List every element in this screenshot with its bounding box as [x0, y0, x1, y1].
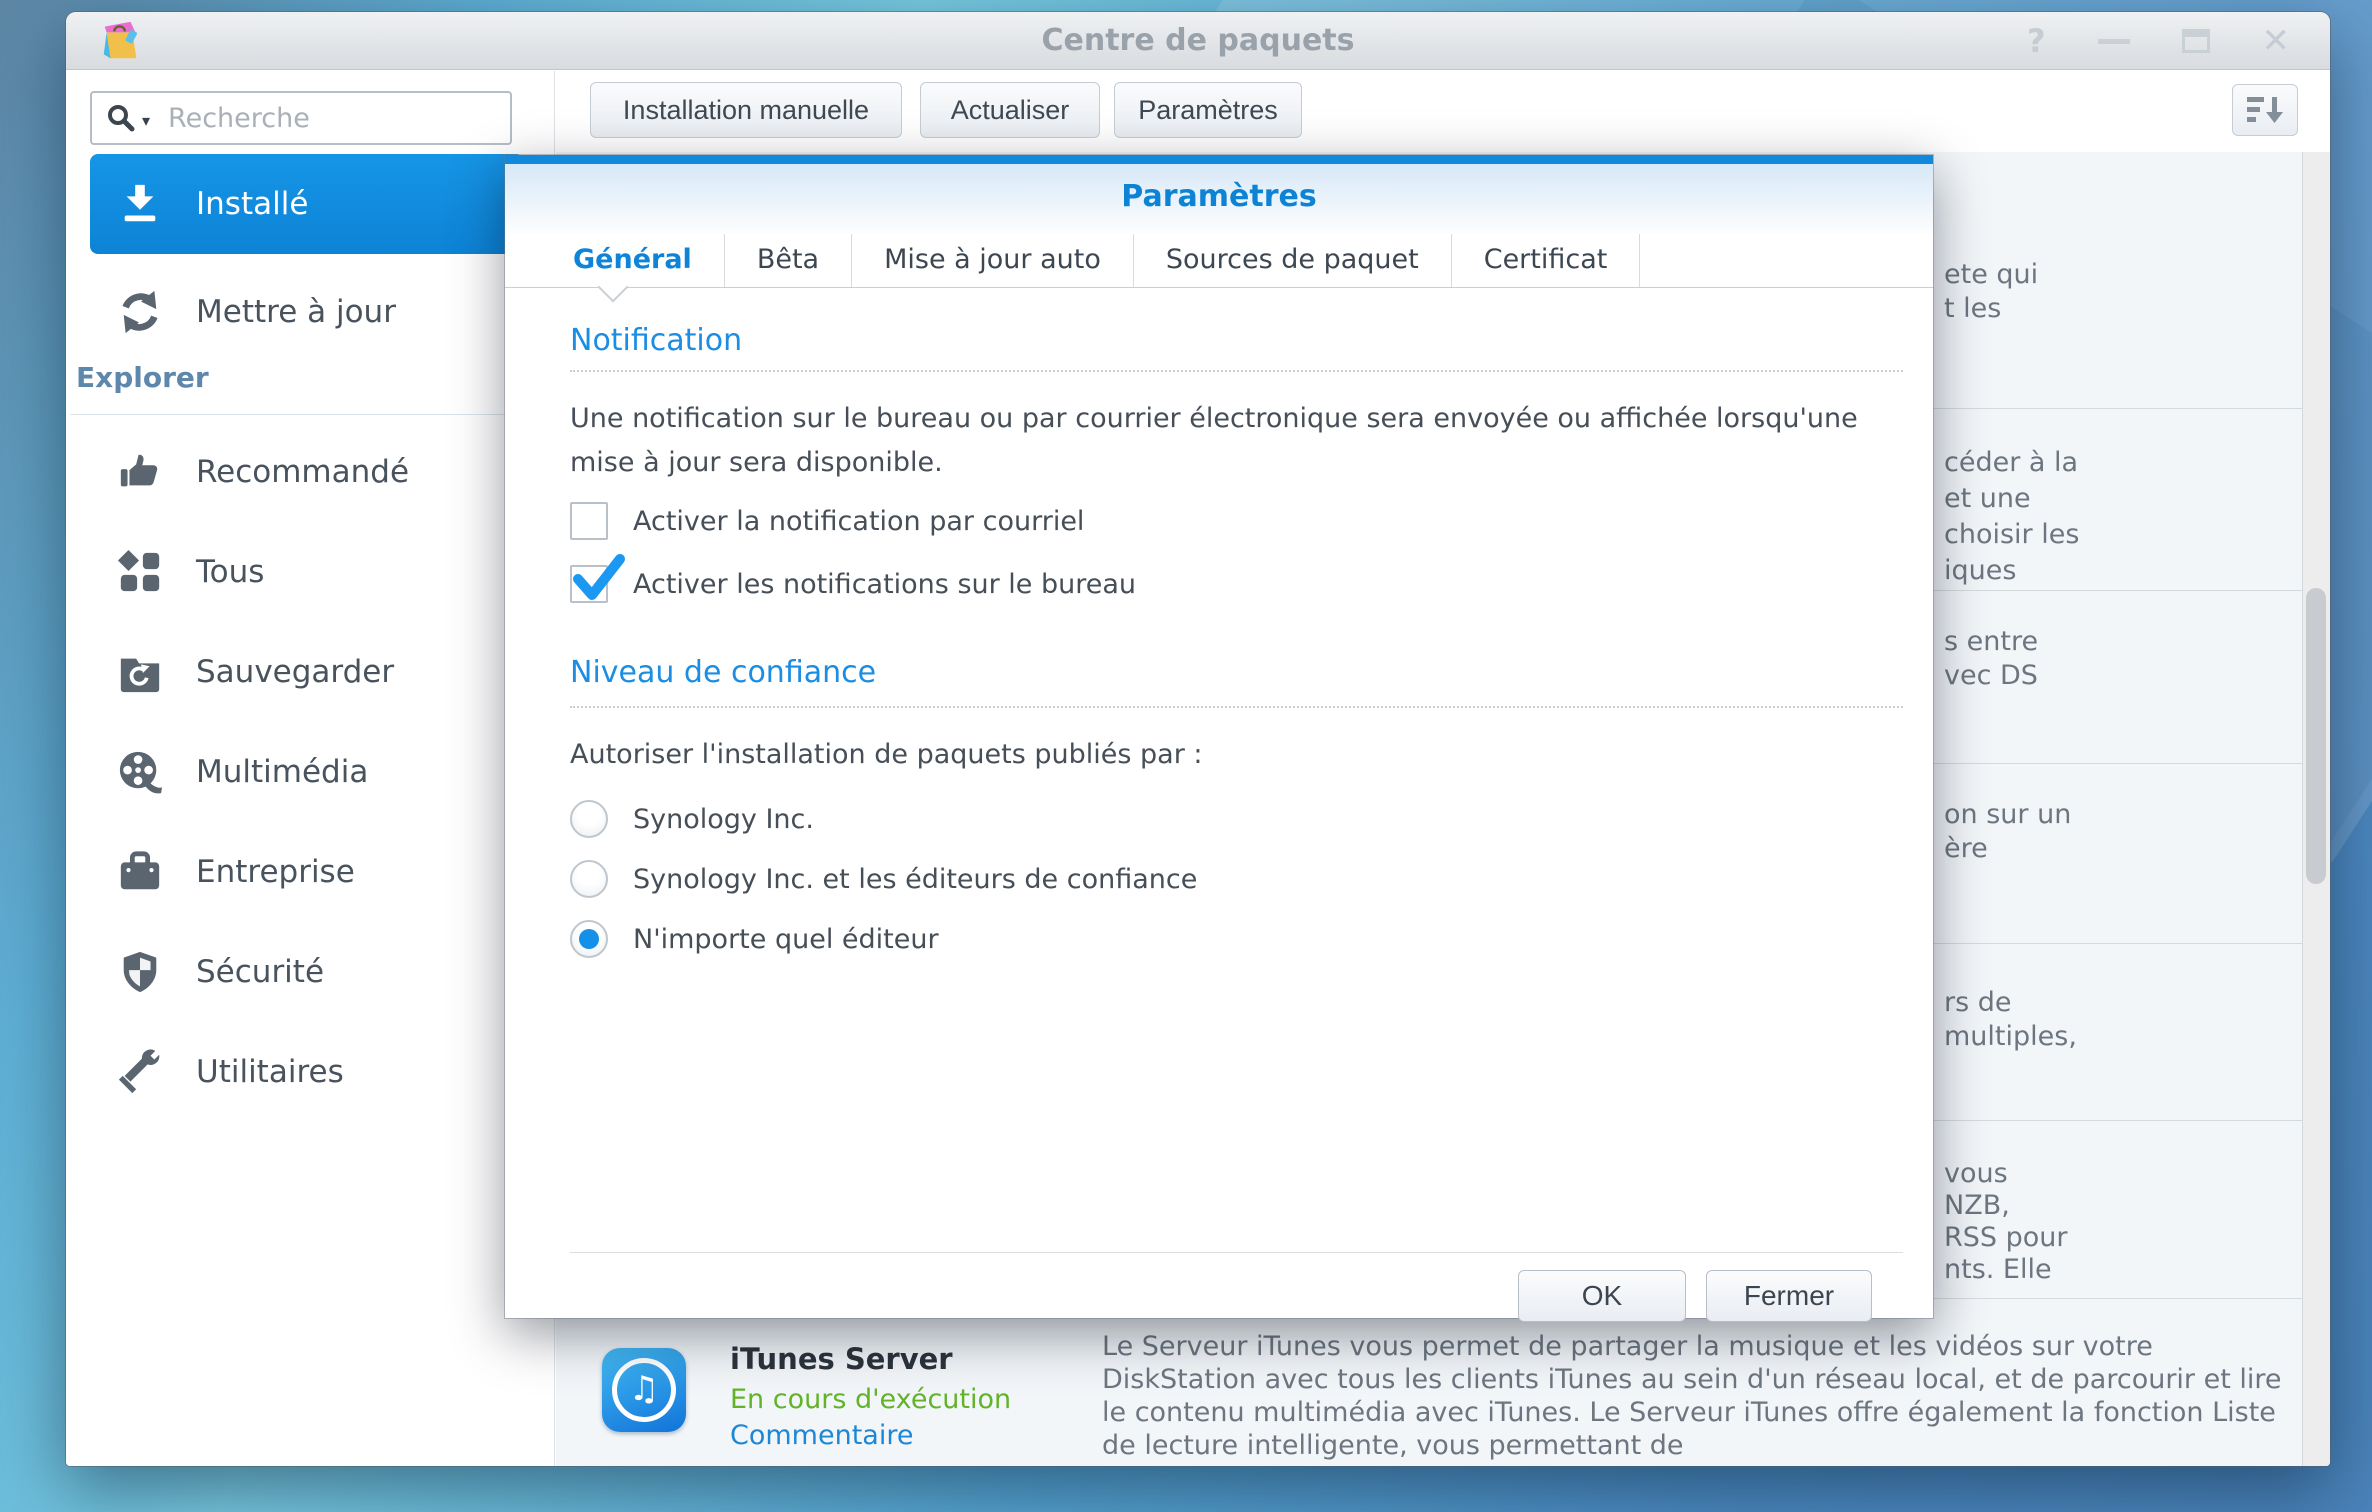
radio-unselected[interactable]: [570, 860, 608, 898]
checkbox-unchecked[interactable]: [570, 502, 608, 540]
help-icon[interactable]: ?: [2027, 25, 2046, 57]
notification-section-heading: Notification: [570, 323, 743, 358]
dialog-header[interactable]: [505, 164, 1933, 234]
package-description-fragment: céder à la et une choisir les iques: [1944, 447, 2080, 586]
trust-option-any-publisher[interactable]: N'importe quel éditeur: [570, 915, 939, 963]
itunes-server-comment-link[interactable]: Commentaire: [730, 1420, 913, 1451]
sidebar-item-update[interactable]: Mettre à jour: [90, 262, 524, 362]
settings-dialog: Paramètres Général Bêta Mise à jour auto…: [505, 155, 1933, 1322]
sidebar: ▾ Installé Mettre à jour: [66, 71, 555, 1466]
sort-order-icon: [2247, 97, 2283, 123]
tab-general[interactable]: Général: [541, 234, 725, 287]
list-scrollbar[interactable]: [2302, 152, 2330, 1466]
tab-beta[interactable]: Bêta: [725, 234, 853, 287]
package-description-fragment: vous NZB, RSS pour nts. Elle: [1944, 1158, 2068, 1285]
itunes-server-status: En cours d'exécution: [730, 1384, 1012, 1415]
package-description-fragment: on sur un ère: [1944, 799, 2072, 864]
sidebar-item-utilities[interactable]: Utilitaires: [90, 1022, 524, 1122]
briefcase-icon: [114, 846, 166, 898]
search-icon: [108, 105, 135, 132]
notification-description: Une notification sur le bureau ou par co…: [570, 403, 1858, 478]
dialog-footer-divider: [570, 1252, 1903, 1253]
itunes-ring: ♫: [612, 1358, 676, 1422]
trust-option-synology-trusted[interactable]: Synology Inc. et les éditeurs de confian…: [570, 855, 1197, 903]
sort-order-button[interactable]: [2232, 84, 2298, 136]
radio-label: Synology Inc.: [633, 803, 814, 835]
sidebar-item-label: Sauvegarder: [196, 654, 395, 690]
sidebar-section-explore: Explorer: [76, 361, 209, 394]
thumbs-up-icon: [114, 446, 166, 498]
sidebar-item-recommended[interactable]: Recommandé: [90, 422, 524, 522]
checkbox-label: Activer les notifications sur le bureau: [633, 568, 1137, 600]
itunes-server-title: iTunes Server: [730, 1342, 953, 1376]
package-center-window: Centre de paquets ? ✕ ▾ Recherche Instal…: [66, 12, 2330, 1466]
maximize-icon[interactable]: [2181, 29, 2210, 53]
search-input[interactable]: [166, 101, 510, 135]
section-divider: [570, 370, 1903, 372]
sidebar-item-label: Recommandé: [196, 454, 410, 490]
package-description-fragment: ete qui t les: [1944, 259, 2039, 324]
close-button[interactable]: Fermer: [1706, 1270, 1872, 1322]
sidebar-item-label: Mettre à jour: [196, 294, 396, 330]
refresh-button[interactable]: Actualiser: [920, 82, 1100, 138]
window-controls: ? ✕: [2027, 12, 2290, 70]
sidebar-item-multimedia[interactable]: Multimédia: [90, 722, 524, 822]
section-divider: [570, 706, 1903, 708]
sidebar-item-label: Sécurité: [196, 954, 325, 990]
tab-package-sources[interactable]: Sources de paquet: [1134, 234, 1452, 287]
backup-icon: [114, 646, 166, 698]
radio-label: Synology Inc. et les éditeurs de confian…: [633, 863, 1198, 895]
scrollbar-thumb[interactable]: [2306, 588, 2326, 884]
desktop-notification-option[interactable]: Activer les notifications sur le bureau: [570, 554, 1137, 608]
email-notification-option[interactable]: Activer la notification par courriel: [570, 497, 1084, 545]
radio-selected[interactable]: [570, 920, 608, 958]
refresh-icon: [114, 286, 166, 338]
window-title: Centre de paquets: [1041, 23, 1355, 58]
radio-unselected[interactable]: [570, 800, 608, 838]
sidebar-item-security[interactable]: Sécurité: [90, 922, 524, 1022]
search-box[interactable]: ▾: [90, 91, 512, 145]
sidebar-item-business[interactable]: Entreprise: [90, 822, 524, 922]
trust-level-description: Autoriser l'installation de paquets publ…: [570, 739, 1203, 770]
dialog-accent-bar: [505, 155, 1933, 164]
sidebar-item-backup[interactable]: Sauvegarder: [90, 622, 524, 722]
sidebar-item-label: Entreprise: [196, 854, 355, 890]
search-scope-dropdown-icon[interactable]: ▾: [142, 111, 150, 130]
sidebar-item-label: Tous: [196, 554, 265, 590]
sidebar-item-all[interactable]: Tous: [90, 522, 524, 622]
titlebar[interactable]: Centre de paquets ? ✕: [66, 12, 2330, 70]
close-icon[interactable]: ✕: [2262, 24, 2291, 58]
film-reel-icon: [114, 746, 166, 798]
checkbox-label: Activer la notification par courriel: [633, 505, 1085, 537]
tools-icon: [114, 1046, 166, 1098]
settings-button[interactable]: Paramètres: [1114, 82, 1302, 138]
tab-auto-update[interactable]: Mise à jour auto: [852, 234, 1134, 287]
ok-button[interactable]: OK: [1518, 1270, 1686, 1322]
itunes-server-app-icon: ♫: [602, 1348, 686, 1432]
trust-level-section-heading: Niveau de confiance: [570, 655, 877, 690]
grid-icon: [114, 546, 166, 598]
sidebar-item-label: Utilitaires: [196, 1054, 344, 1090]
manual-install-button[interactable]: Installation manuelle: [590, 82, 902, 138]
shield-icon: [114, 946, 166, 998]
music-note-icon: ♫: [628, 1369, 660, 1409]
trust-option-synology[interactable]: Synology Inc.: [570, 795, 814, 843]
itunes-server-description: Le Serveur iTunes vous permet de partage…: [1102, 1331, 2282, 1461]
checkbox-checked[interactable]: [570, 554, 625, 603]
tab-certificate[interactable]: Certificat: [1452, 234, 1641, 287]
package-center-app-icon: [98, 18, 144, 64]
dialog-tabs: Général Bêta Mise à jour auto Sources de…: [505, 234, 1933, 288]
sidebar-item-label: Multimédia: [196, 754, 369, 790]
minimize-icon[interactable]: [2097, 38, 2130, 44]
radio-label: N'importe quel éditeur: [633, 923, 939, 955]
package-description-fragment: rs de multiples,: [1944, 987, 2077, 1052]
download-icon: [114, 178, 166, 230]
package-description-fragment: s entre vec DS: [1944, 626, 2039, 691]
sidebar-item-installed[interactable]: Installé: [90, 154, 524, 254]
sidebar-item-label: Installé: [196, 186, 309, 222]
sidebar-divider: [70, 414, 550, 415]
